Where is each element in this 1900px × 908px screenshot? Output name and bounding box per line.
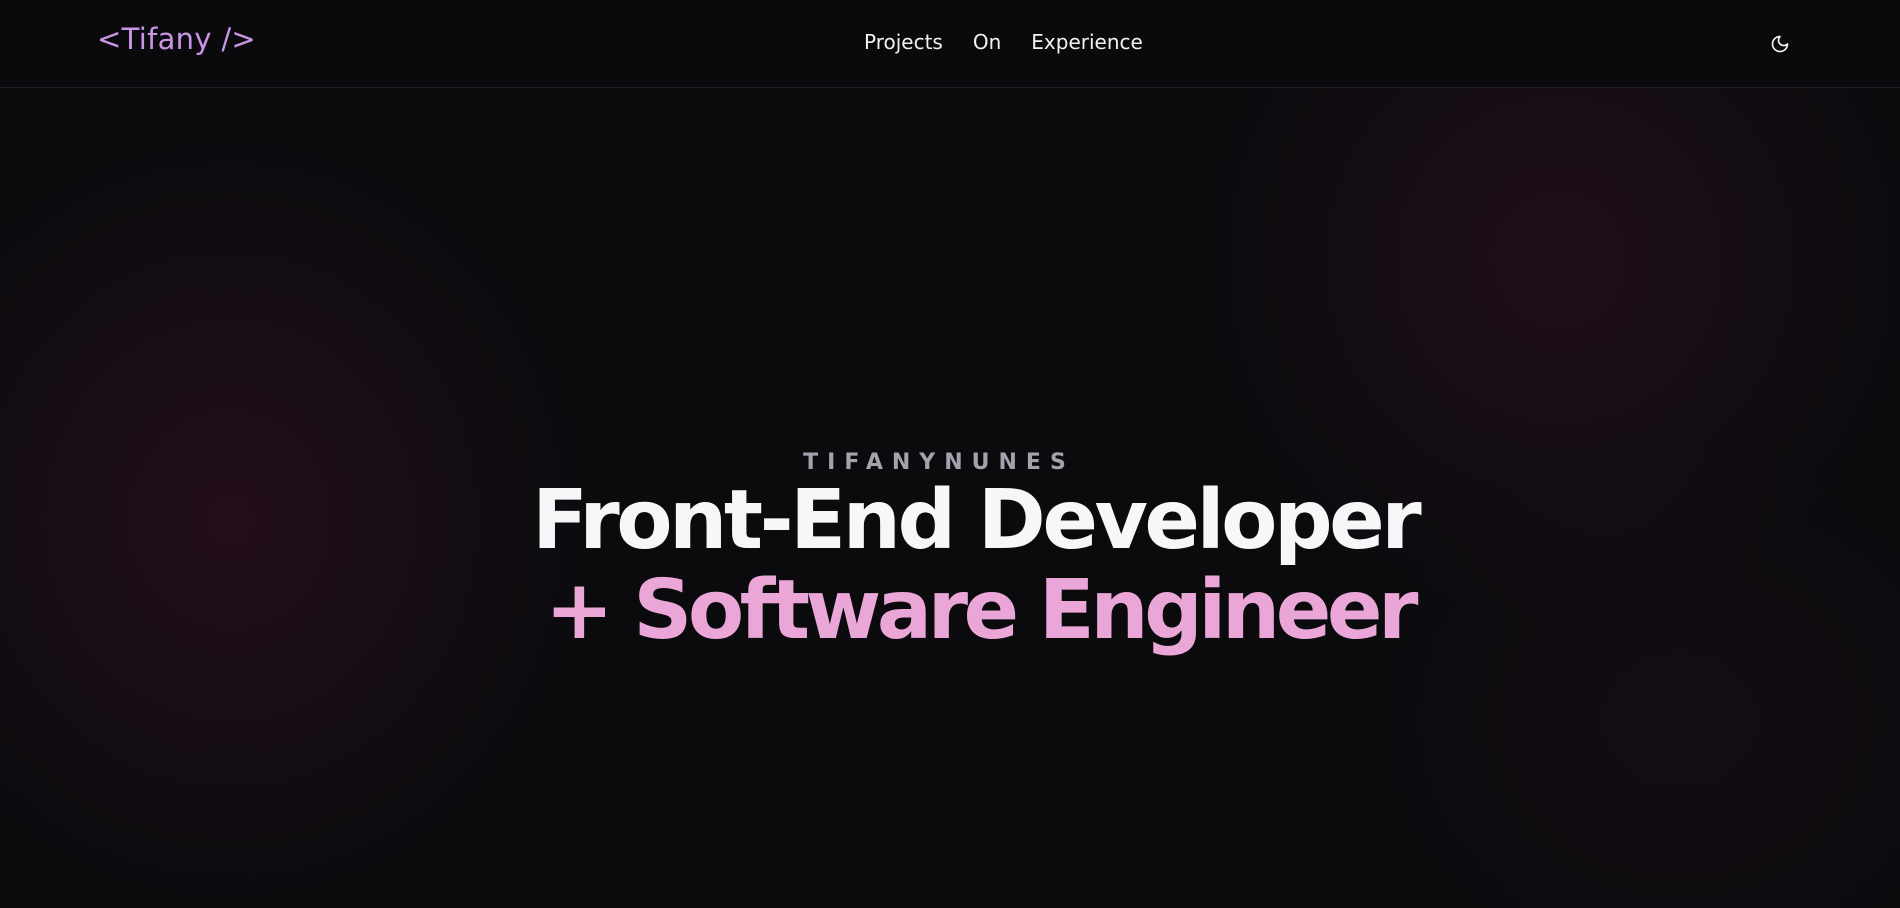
- moon-icon: [1771, 35, 1789, 53]
- site-header: <Tifany /> Projects On Experience: [0, 0, 1900, 88]
- page: <Tifany /> Projects On Experience TIFANY…: [0, 0, 1900, 908]
- hero-title-line-2: + Software Engineer: [545, 563, 1418, 658]
- hero-section: TIFANYNUNES Front-End Developer + Softwa…: [0, 88, 1900, 908]
- hero-title-line-1: Front-End Developer: [532, 473, 1422, 568]
- logo[interactable]: <Tifany />: [97, 22, 256, 56]
- hero-eyebrow: TIFANYNUNES: [803, 450, 1075, 475]
- nav-link-experience[interactable]: Experience: [1031, 30, 1143, 54]
- nav-link-on[interactable]: On: [973, 30, 1001, 54]
- main-nav: Projects On Experience: [864, 30, 1143, 54]
- nav-link-projects[interactable]: Projects: [864, 30, 943, 54]
- theme-toggle-button[interactable]: [1766, 30, 1794, 58]
